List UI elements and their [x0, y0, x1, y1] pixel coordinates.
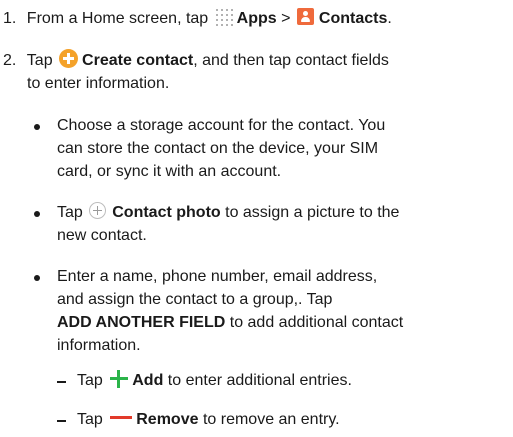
- step-2-line-2: to enter information.: [27, 75, 170, 92]
- bullet-1-line-2: can store the contact on the device, you…: [57, 140, 379, 157]
- bullet-2-line-2: new contact.: [57, 227, 147, 244]
- step-number: 2.: [3, 52, 17, 69]
- bullet-text-rest: to add additional contact: [225, 314, 404, 331]
- sub-text-rest: to remove an entry.: [198, 411, 340, 428]
- bullet-text: Tap: [57, 204, 83, 221]
- step-text: From a Home screen, tap: [26, 10, 209, 27]
- add-another-field-label: ADD ANOTHER FIELD: [57, 314, 226, 331]
- step-number: 1.: [3, 10, 17, 27]
- contact-photo-plus-icon: [89, 202, 107, 220]
- step-end: .: [387, 10, 392, 27]
- sub-dash: [57, 420, 66, 422]
- sub-item-remove: Tap Remove to remove an entry.: [77, 408, 340, 432]
- bullet-dot: [34, 211, 40, 217]
- separator: >: [281, 10, 291, 27]
- bullet-dot: [34, 124, 40, 130]
- contacts-label: Contacts: [318, 10, 388, 27]
- sub-text: Tap: [77, 372, 103, 389]
- step-text: Tap: [26, 52, 53, 69]
- bullet-3-line-1: Enter a name, phone number, email addres…: [57, 268, 378, 285]
- sub-text: Tap: [77, 411, 103, 428]
- create-contact-label: Create contact: [82, 52, 194, 69]
- add-plus-icon: [110, 369, 129, 388]
- contacts-icon: [296, 8, 314, 26]
- bullet-1-line-1: Choose a storage account for the contact…: [57, 117, 386, 134]
- bullet-text-rest: to assign a picture to the: [220, 204, 400, 221]
- bullet-2-line-1: Tap Contact photo to assign a picture to…: [57, 201, 399, 225]
- apps-grid-icon: [215, 8, 233, 26]
- apps-label: Apps: [236, 10, 277, 27]
- sub-dash: [57, 381, 66, 383]
- bullet-3-line-4: information.: [57, 337, 141, 354]
- contact-photo-label: Contact photo: [112, 204, 221, 221]
- remove-minus-icon: [110, 409, 133, 427]
- bullet-3-line-3: ADD ANOTHER FIELD to add additional cont…: [57, 311, 403, 335]
- step-2: 2. Tap Create contact, and then tap cont…: [3, 49, 389, 73]
- bullet-3-line-2: and assign the contact to a group,. Tap: [57, 291, 333, 308]
- step-text-rest: , and then tap contact fields: [193, 52, 389, 69]
- bullet-dot: [34, 275, 40, 281]
- sub-item-add: Tap Add to enter additional entries.: [77, 369, 352, 393]
- create-contact-icon: [59, 49, 79, 69]
- bullet-1-line-3: card, or sync it with an account.: [57, 163, 282, 180]
- sub-text-rest: to enter additional entries.: [163, 372, 352, 389]
- add-label: Add: [132, 372, 164, 389]
- remove-label: Remove: [136, 411, 199, 428]
- step-1: 1. From a Home screen, tap Apps > Contac…: [3, 7, 392, 31]
